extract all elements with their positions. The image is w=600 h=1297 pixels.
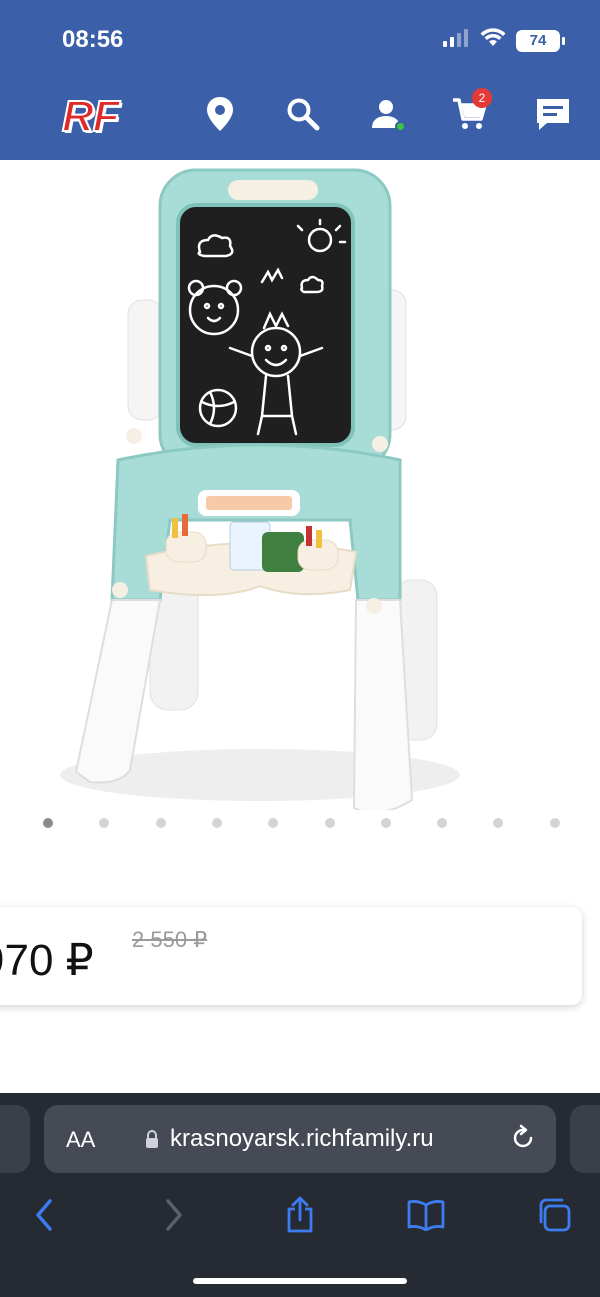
status-time: 08:56: [62, 26, 124, 53]
lock-icon: [144, 1129, 160, 1154]
cart-icon[interactable]: 2: [450, 88, 492, 134]
carousel-dot[interactable]: [43, 818, 53, 828]
easel-illustration: [60, 168, 460, 814]
carousel-dot[interactable]: [549, 818, 560, 828]
url-text: krasnoyarsk.richfamily.ru: [170, 1125, 434, 1152]
search-icon[interactable]: [283, 94, 323, 134]
battery-indicator: 74: [516, 29, 565, 52]
home-indicator: [193, 1278, 407, 1284]
previous-tab-preview[interactable]: [0, 1105, 30, 1173]
wifi-icon: [480, 28, 506, 53]
old-price: 2 550 ₽: [132, 927, 208, 952]
carousel-dot[interactable]: [493, 818, 504, 828]
carousel-dot[interactable]: [211, 818, 222, 828]
carousel-dot[interactable]: [380, 818, 391, 828]
address-bar[interactable]: AA krasnoyarsk.richfamily.ru: [44, 1105, 556, 1173]
text-size-button[interactable]: AA: [66, 1127, 95, 1153]
carousel-dot[interactable]: [324, 818, 335, 828]
current-price: 970 ₽: [0, 936, 94, 985]
carousel-dot[interactable]: [99, 818, 110, 828]
next-tab-preview[interactable]: [570, 1105, 600, 1173]
online-status-dot: [395, 121, 406, 132]
cart-badge: 2: [472, 88, 492, 108]
page: 08:56 74 RF 2 70 ₽ 2 550 ₽ AA krasnoyars…: [0, 0, 600, 1297]
user-icon[interactable]: [366, 94, 406, 134]
tabs-icon[interactable]: [532, 1193, 576, 1237]
main-nav: RF 2: [0, 86, 600, 146]
product-image[interactable]: [0, 160, 600, 814]
carousel-dot[interactable]: [268, 818, 279, 828]
site-header: 08:56 74 RF 2: [0, 0, 600, 160]
reload-icon[interactable]: [508, 1123, 538, 1158]
share-icon[interactable]: [278, 1193, 322, 1237]
signal-icon: [442, 28, 470, 53]
chat-icon[interactable]: [533, 94, 573, 134]
browser-chrome: AA krasnoyarsk.richfamily.ru: [0, 1093, 600, 1297]
carousel-dot[interactable]: [155, 818, 166, 828]
price-card: 970 ₽ 2 550 ₽: [0, 907, 582, 1005]
carousel-dots: [0, 818, 600, 830]
forward-icon[interactable]: [152, 1193, 196, 1237]
status-indicators: 74: [442, 28, 565, 53]
logo[interactable]: RF: [61, 91, 121, 142]
location-pin-icon[interactable]: [200, 94, 240, 134]
carousel-dot[interactable]: [437, 818, 448, 828]
back-icon[interactable]: [22, 1193, 66, 1237]
bookmarks-icon[interactable]: [404, 1193, 448, 1237]
